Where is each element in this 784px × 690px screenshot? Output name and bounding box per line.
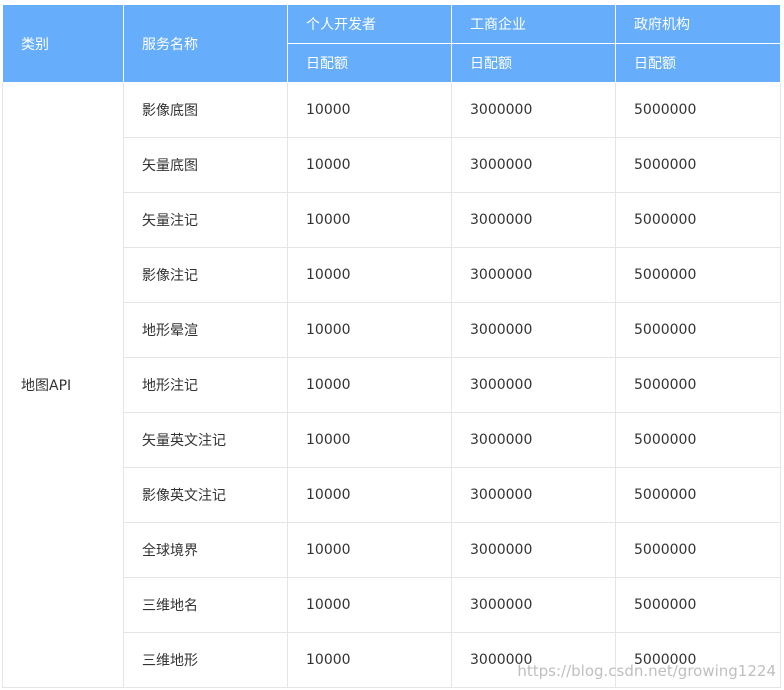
- individual-quota-cell: 10000: [287, 412, 452, 468]
- service-name-cell: 影像底图: [123, 82, 288, 138]
- service-name-cell: 矢量注记: [123, 192, 288, 248]
- service-name-cell: 影像注记: [123, 247, 288, 303]
- individual-quota-cell: 10000: [287, 247, 452, 303]
- header-daily-quota-government: 日配额: [615, 43, 781, 83]
- header-daily-quota-enterprise: 日配额: [451, 43, 616, 83]
- table-header: 类别 服务名称 个人开发者 工商企业 政府机构 日配额 日配额 日配额: [2, 4, 781, 83]
- enterprise-quota-cell: 3000000: [451, 302, 616, 358]
- quota-table: 类别 服务名称 个人开发者 工商企业 政府机构 日配额 日配额 日配额 地图AP…: [2, 4, 781, 688]
- government-quota-cell: 5000000: [615, 412, 781, 468]
- header-category: 类别: [2, 4, 124, 83]
- service-name-cell: 矢量底图: [123, 137, 288, 193]
- enterprise-quota-cell: 3000000: [451, 192, 616, 248]
- category-cell: 地图API: [2, 82, 124, 688]
- enterprise-quota-cell: 3000000: [451, 467, 616, 523]
- government-quota-cell: 5000000: [615, 82, 781, 138]
- service-name-cell: 全球境界: [123, 522, 288, 578]
- enterprise-quota-cell: 3000000: [451, 522, 616, 578]
- header-daily-quota-individual: 日配额: [287, 43, 452, 83]
- individual-quota-cell: 10000: [287, 357, 452, 413]
- watermark: https://blog.csdn.net/growing1224: [517, 662, 776, 680]
- service-name-cell: 影像英文注记: [123, 467, 288, 523]
- individual-quota-cell: 10000: [287, 577, 452, 633]
- enterprise-quota-cell: 3000000: [451, 82, 616, 138]
- government-quota-cell: 5000000: [615, 137, 781, 193]
- table-row: 地图API 影像底图 10000 3000000 5000000: [2, 82, 781, 688]
- individual-quota-cell: 10000: [287, 522, 452, 578]
- government-quota-cell: 5000000: [615, 467, 781, 523]
- table-body: 地图API 影像底图 10000 3000000 5000000 矢量底图 10…: [2, 82, 781, 688]
- government-quota-cell: 5000000: [615, 302, 781, 358]
- enterprise-quota-cell: 3000000: [451, 357, 616, 413]
- service-name-cell: 地形注记: [123, 357, 288, 413]
- individual-quota-cell: 10000: [287, 632, 452, 688]
- government-quota-cell: 5000000: [615, 247, 781, 303]
- individual-quota-cell: 10000: [287, 467, 452, 523]
- service-name-cell: 三维地名: [123, 577, 288, 633]
- enterprise-quota-cell: 3000000: [451, 137, 616, 193]
- header-row-1: 类别 服务名称 个人开发者 工商企业 政府机构: [2, 4, 781, 83]
- header-enterprise: 工商企业: [451, 4, 616, 44]
- enterprise-quota-cell: 3000000: [451, 412, 616, 468]
- government-quota-cell: 5000000: [615, 522, 781, 578]
- government-quota-cell: 5000000: [615, 577, 781, 633]
- government-quota-cell: 5000000: [615, 192, 781, 248]
- individual-quota-cell: 10000: [287, 137, 452, 193]
- government-quota-cell: 5000000: [615, 357, 781, 413]
- individual-quota-cell: 10000: [287, 192, 452, 248]
- individual-quota-cell: 10000: [287, 302, 452, 358]
- service-name-cell: 矢量英文注记: [123, 412, 288, 468]
- enterprise-quota-cell: 3000000: [451, 247, 616, 303]
- service-name-cell: 地形晕渲: [123, 302, 288, 358]
- header-individual-developer: 个人开发者: [287, 4, 452, 44]
- header-government: 政府机构: [615, 4, 781, 44]
- header-service-name: 服务名称: [123, 4, 288, 83]
- service-name-cell: 三维地形: [123, 632, 288, 688]
- enterprise-quota-cell: 3000000: [451, 577, 616, 633]
- individual-quota-cell: 10000: [287, 82, 452, 138]
